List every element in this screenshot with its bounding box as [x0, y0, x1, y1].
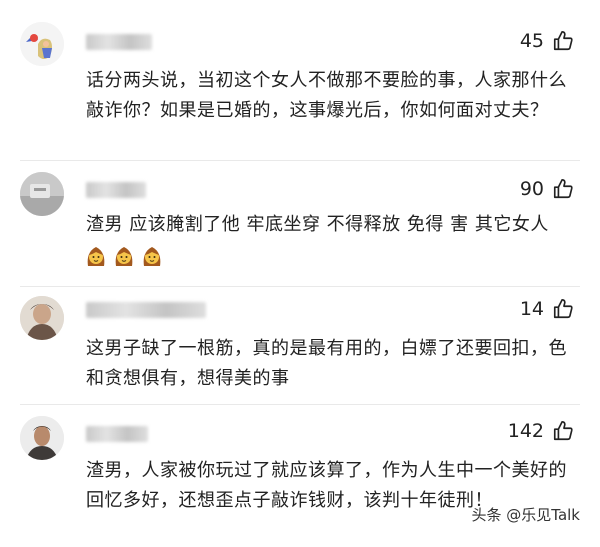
avatar[interactable]: [20, 296, 64, 340]
thumbs-up-icon: [553, 299, 573, 319]
avatar-image: [20, 296, 64, 340]
comment-item: 14 这男子缺了一根筋，真的是最有用的，白嫖了还要回扣，色和贪想俱有，想得美的事: [0, 286, 600, 404]
like-button[interactable]: 142: [508, 420, 574, 442]
like-button[interactable]: 45: [520, 30, 574, 52]
avatar-image: [20, 172, 64, 216]
thumbs-up-icon: [553, 179, 573, 199]
comment-text: 这男子缺了一根筋，真的是最有用的，白嫖了还要回扣，色和贪想俱有，想得美的事: [86, 338, 567, 389]
comment-text: 话分两头说，当初这个女人不做那不要脸的事，人家那什么敲诈你？如果是已婚的，这事爆…: [86, 70, 567, 121]
username-redacted: [86, 182, 146, 198]
comment-item: 45 话分两头说，当初这个女人不做那不要脸的事，人家那什么敲诈你？如果是已婚的，…: [0, 0, 600, 160]
comment-item: 142 渣男，人家被你玩过了就应该算了，作为人生中一个美好的回忆多好，还想歪点子…: [0, 404, 600, 547]
thumbs-up-icon: [553, 31, 573, 51]
username-redacted: [86, 302, 206, 318]
thumbs-up-icon: [553, 421, 573, 441]
like-button[interactable]: 14: [520, 298, 574, 320]
avatar-image: [20, 416, 64, 460]
comment-item: 90 渣男 应该腌割了他 牢底坐穿 不得释放 免得 害 其它女人: [0, 160, 600, 286]
like-count: 142: [507, 420, 544, 442]
watermark: 头条 @乐见Talk: [471, 506, 581, 524]
avatar-image: [20, 22, 64, 66]
username-redacted: [86, 426, 148, 442]
username-redacted: [86, 34, 152, 50]
like-count: 90: [519, 178, 544, 200]
like-count: 45: [519, 30, 544, 52]
avatar[interactable]: [20, 416, 64, 460]
woman-emoji: [87, 247, 105, 266]
woman-emoji: [115, 247, 133, 266]
avatar[interactable]: [20, 22, 64, 66]
comment-text: 渣男 应该腌割了他 牢底坐穿 不得释放 免得 害 其它女人: [86, 214, 549, 235]
like-button[interactable]: 90: [520, 178, 574, 200]
woman-emoji: [143, 247, 161, 266]
like-count: 14: [519, 298, 544, 320]
avatar[interactable]: [20, 172, 64, 216]
emoji-row: [84, 244, 164, 268]
